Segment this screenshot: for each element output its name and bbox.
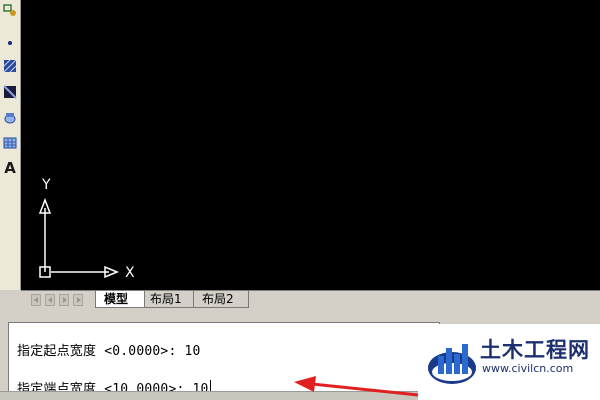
watermark-brand: 土木工程网 — [480, 338, 590, 362]
draw-toolbar: A — [0, 0, 21, 290]
ucs-x-label: X — [125, 265, 135, 281]
gradient-icon[interactable] — [2, 84, 18, 100]
command-history-panel[interactable]: 指定起点宽度 <0.0000>: 10 指定端点宽度 <10.0000>: 10 — [8, 322, 440, 400]
ucs-y-label: Y — [41, 177, 51, 193]
tab-model[interactable]: 模型 — [95, 291, 145, 308]
tab-layout1[interactable]: 布局1 — [141, 291, 197, 308]
prev-tab-arrow-icon[interactable] — [45, 294, 55, 306]
insert-block-icon[interactable] — [2, 2, 18, 18]
table-icon[interactable] — [2, 135, 18, 151]
region-icon[interactable] — [2, 110, 18, 126]
text-glyph: A — [4, 159, 16, 177]
next-tab-arrow-icon[interactable] — [59, 294, 69, 306]
drawing-canvas[interactable]: Y X — [21, 0, 600, 290]
command-history-text: 指定起点宽度 <0.0000>: 10 — [17, 344, 201, 359]
hatch-icon[interactable] — [2, 58, 18, 74]
point-icon[interactable] — [2, 35, 18, 51]
status-bar — [0, 391, 440, 400]
ucs-icon: Y X — [38, 177, 135, 281]
multiline-text-icon[interactable]: A — [2, 160, 18, 176]
civilcn-logo-icon — [428, 344, 476, 384]
first-tab-arrow-icon[interactable] — [31, 294, 41, 306]
watermark-logo: 土木工程网 www.civilcn.com — [418, 324, 600, 400]
last-tab-arrow-icon[interactable] — [73, 294, 83, 306]
watermark-url: www.civilcn.com — [482, 362, 574, 375]
tab-layout2[interactable]: 布局2 — [193, 291, 249, 308]
layout-tab-bar: 模型 布局1 布局2 — [21, 290, 600, 309]
command-history-line: 指定起点宽度 <0.0000>: 10 — [17, 340, 201, 359]
